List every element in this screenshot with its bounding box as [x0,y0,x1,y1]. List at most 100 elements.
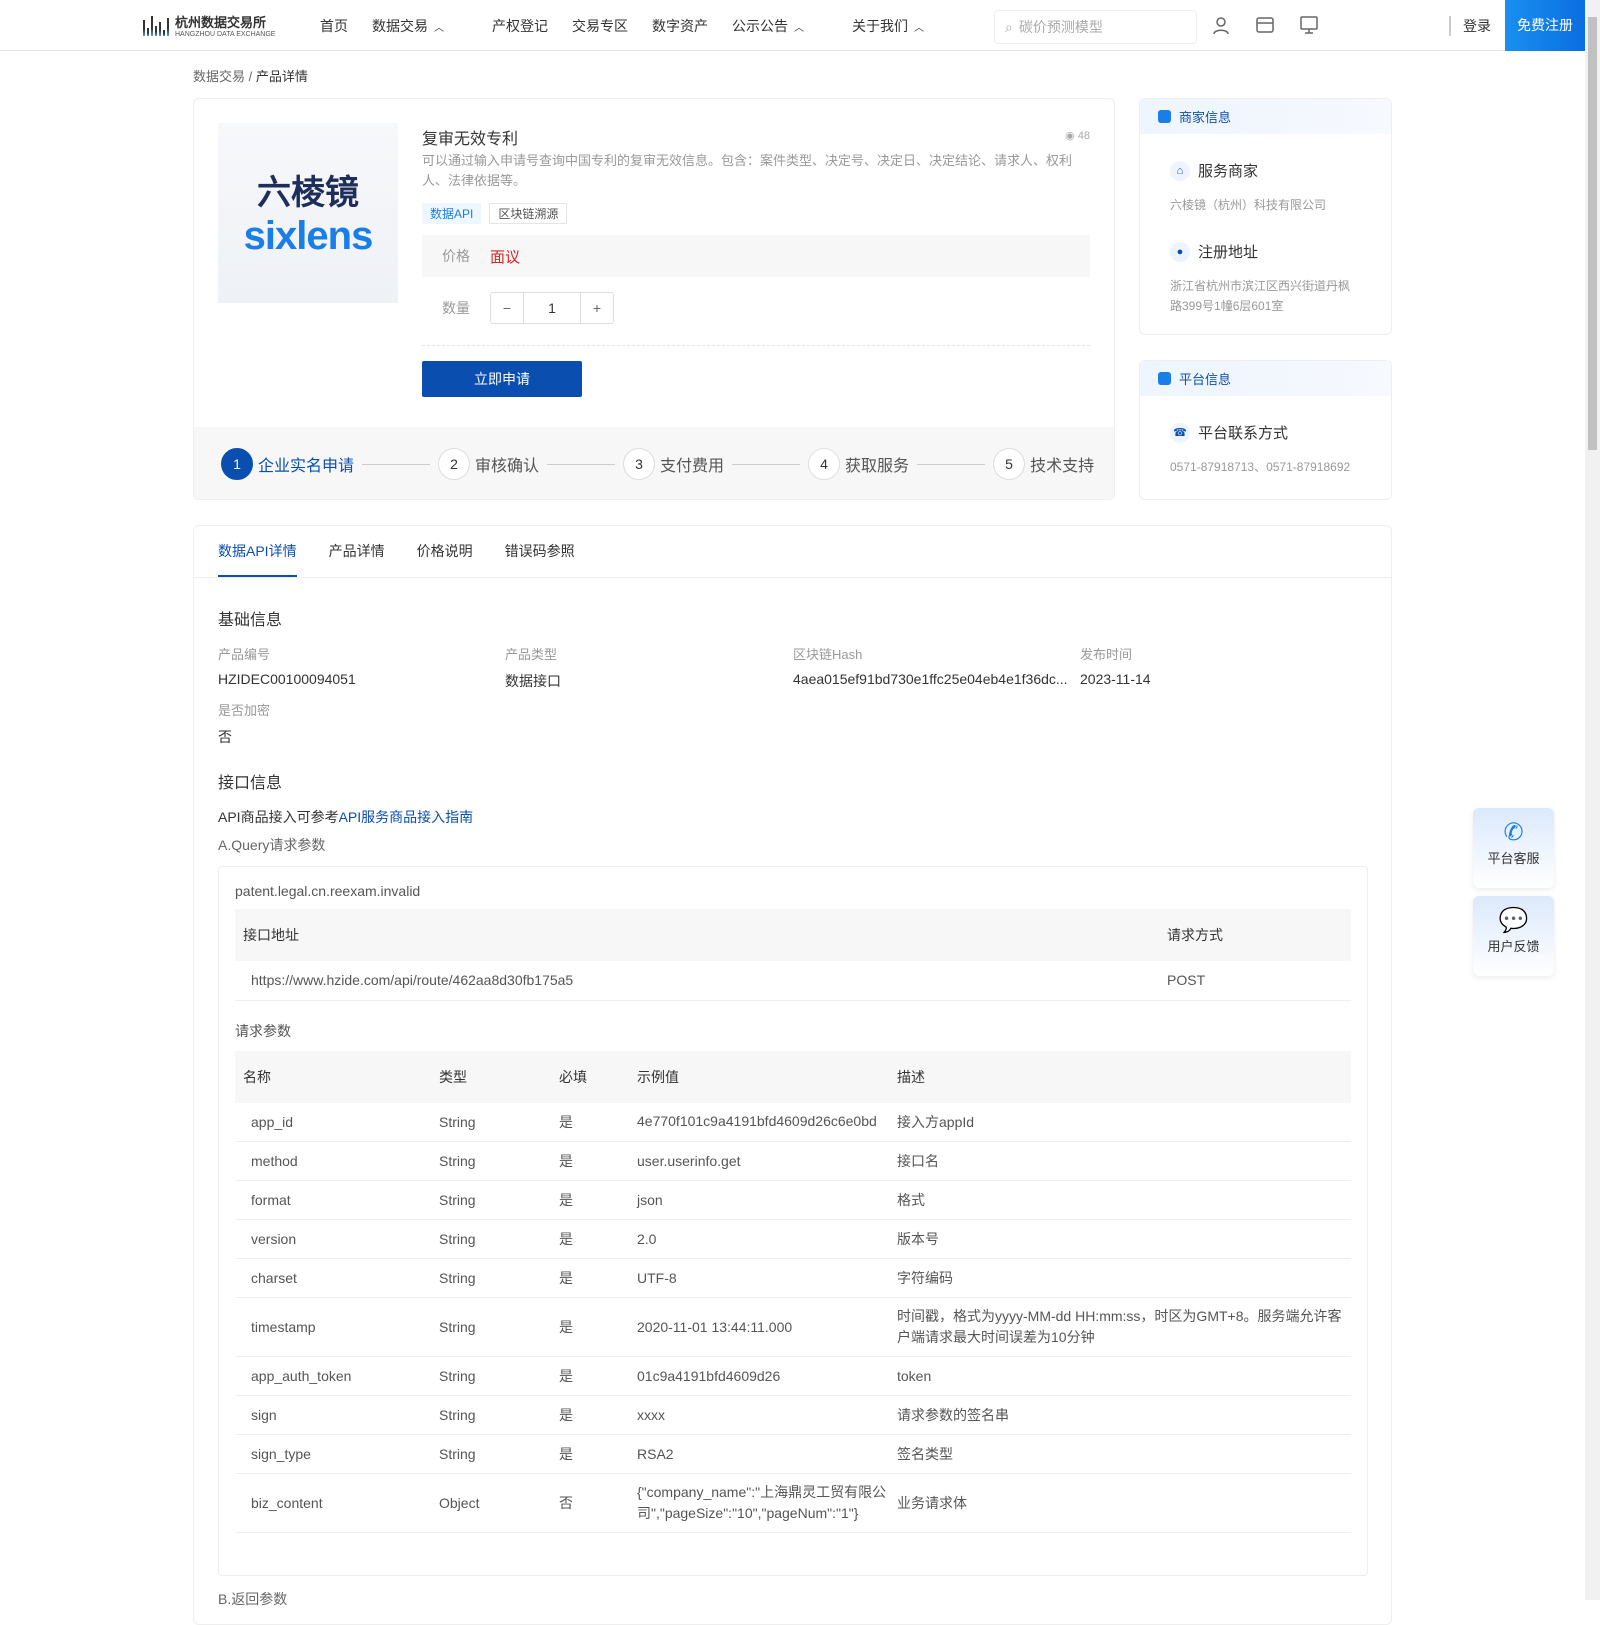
param-cell: {"company_name":"上海鼎灵工贸有限公司","pageSize":… [629,1473,889,1533]
step-number: 3 [623,448,656,480]
product-logo-cn: 六棱镜 [257,174,359,212]
params-table: 名称 类型 必填 示例值 描述 app_id String 是 4e770f101c9a4191… [235,1050,1351,1533]
store-icon[interactable] [1255,15,1275,35]
tab-api-details[interactable]: 数据API详情 [218,526,297,577]
nav-item[interactable]: 关于我们 ︿ [852,16,948,36]
minus-button[interactable]: − [491,293,523,323]
param-cell: String [431,1395,551,1435]
param-cell: 接入方appId [889,1102,1351,1142]
feedback-button[interactable]: 💬 用户反馈 [1473,896,1554,976]
search-input[interactable]: ⌕ 碳价预测模型 [994,10,1197,44]
field-publish-date: 发布时间 2023-11-14 [1080,644,1151,687]
merchant-icon [1158,110,1171,123]
price-value: 面议 [490,248,521,266]
param-cell: charset [235,1258,431,1298]
quantity-stepper[interactable]: −1 + [490,292,614,324]
step-label: 技术支持 [1030,458,1095,475]
basic-info-title: 基础信息 [218,612,283,629]
step-connector [547,463,616,465]
http-method: POST [1159,961,1351,1001]
apply-button[interactable]: 立即申请 [422,361,582,397]
scrollbar[interactable] [1585,0,1600,1600]
api-info-title: 接口信息 [218,775,283,792]
table-row: charset String 是 UTF-8 字符编码 [235,1258,1351,1298]
search-placeholder: 碳价预测模型 [1018,19,1103,35]
table-row: app_id String 是 4e770f101c9a4191bfd4609d26c… [235,1102,1351,1142]
param-cell: xxxx [629,1395,889,1435]
param-cell: 字符编码 [889,1258,1351,1298]
param-cell: String [431,1219,551,1259]
process-steps: 1 企业实名申请 2 审核确认 3 支付费用 4 获取服务 5 技术支持 [194,427,1114,499]
logo[interactable]: 杭州数据交易所 HANGZHOU DATA EXCHANGE [143,12,275,38]
param-cell: biz_content [235,1473,431,1533]
breadcrumb-parent[interactable]: 数据交易 [193,69,245,84]
nav-item[interactable]: 产权登记 [492,16,548,36]
col-header: 请求方式 [1159,909,1351,961]
step-5: 5 技术支持 [993,448,1094,480]
table-row: version String 是 2.0 版本号 [235,1219,1351,1259]
merchant-card: 商家信息 ⌂ 服务商家 六棱镜（杭州）科技有限公司 ● 注册地址 浙江省杭州市滨江区… [1139,98,1392,335]
param-cell: String [431,1180,551,1220]
nav-item[interactable]: 首页 [320,16,348,36]
nav-item[interactable]: 公示公告 ︿ [732,16,828,36]
monitor-icon[interactable] [1299,15,1319,35]
param-cell: 签名类型 [889,1434,1351,1474]
param-cell: 格式 [889,1180,1351,1220]
logo-text: 杭州数据交易所 [175,15,267,30]
field-value: 2023-11-14 [1080,671,1151,687]
endpoint-url: https://www.hzide.com/api/route/462aa8d3… [235,961,1159,1001]
tag-data-api: 数据API [422,203,482,224]
service-label: 服务商家 [1198,163,1259,180]
method-name: patent.legal.cn.reexam.invalid [235,883,421,899]
customer-service-button[interactable]: ✆ 平台客服 [1473,808,1554,888]
chevron-up-icon: ︿ [434,23,444,34]
login-link[interactable]: 登录 [1449,16,1491,36]
table-row: biz_content Object 否 {"company_name":"上海鼎灵工… [235,1473,1351,1533]
product-card: 六棱镜 sixlens 复审无效专利 ◉ 48 可以通过输入申请号查询中国专利的复… [193,98,1115,500]
param-cell: method [235,1141,431,1181]
param-cell: 2.0 [629,1219,889,1259]
param-cell: 是 [551,1180,629,1220]
nav-label: 数据交易 [372,18,428,34]
nav-item[interactable]: 数字资产 [652,16,708,36]
col-header: 描述 [889,1050,1351,1103]
param-cell: timestamp [235,1297,431,1357]
home-icon: ⌂ [1170,160,1190,181]
scrollbar-thumb[interactable] [1588,17,1597,450]
col-header: 名称 [235,1050,431,1103]
step-label: 企业实名申请 [258,458,355,475]
address-value: 浙江省杭州市滨江区西兴街道丹枫路399号1幢6层601室 [1170,279,1351,313]
table-row: sign String 是 xxxx 请求参数的签名串 [235,1395,1351,1435]
api-guide-link[interactable]: API服务商品接入指南 [339,809,474,825]
logo-subtext: HANGZHOU DATA EXCHANGE [175,31,276,38]
tab-error-codes[interactable]: 错误码参照 [505,526,575,577]
params-title: 请求参数 [235,1022,291,1039]
nav-item[interactable]: 交易专区 [572,16,628,36]
field-value: HZIDEC00100094051 [218,671,356,687]
user-icon[interactable] [1211,15,1231,35]
param-cell: 版本号 [889,1219,1351,1259]
param-cell: app_id [235,1102,431,1142]
contact-value: 0571-87918713、0571-87918692 [1170,460,1351,474]
nav-item[interactable]: 数据交易 ︿ [372,16,468,36]
plus-button[interactable]: + [581,293,613,323]
field-value: 数据接口 [505,673,561,689]
quantity-input[interactable]: 1 [523,293,581,323]
step-number: 5 [993,448,1026,480]
param-cell: 是 [551,1141,629,1181]
field-product-type: 产品类型 数据接口 [505,644,561,691]
product-logo-en: sixlens [243,214,374,258]
tab-product-details[interactable]: 产品详情 [329,526,385,577]
breadcrumb-separator: / [248,69,253,84]
param-cell: 是 [551,1356,629,1396]
top-nav: 杭州数据交易所 HANGZHOU DATA EXCHANGE 首页 数据交易 ︿ 产权登… [0,0,1600,51]
param-cell: 是 [551,1395,629,1435]
nav-label: 公示公告 [732,18,788,34]
product-description: 可以通过输入申请号查询中国专利的复审无效信息。包含：案件类型、决定号、决定日、决… [422,153,1073,188]
col-header: 类型 [431,1050,551,1103]
param-cell: 是 [551,1219,629,1259]
table-row: method String 是 user.userinfo.get 接口名 [235,1141,1351,1181]
main-nav: 首页 数据交易 ︿ 产权登记 交易专区 数字资产 公示公告 ︿ 关于我们 ︿ [320,16,972,36]
register-button[interactable]: 免费注册 [1505,0,1585,51]
tab-price[interactable]: 价格说明 [417,526,473,577]
